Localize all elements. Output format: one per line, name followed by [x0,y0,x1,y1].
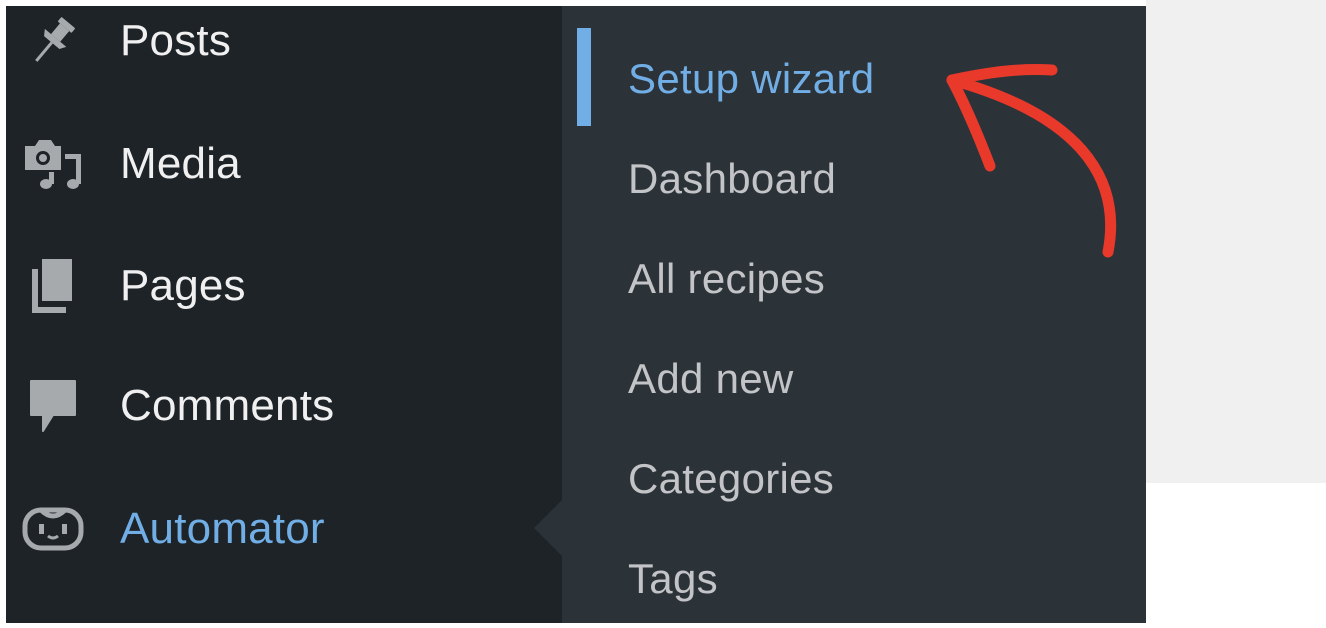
menu-item-posts[interactable]: Posts [6,0,562,86]
menu-item-label: Pages [120,261,246,310]
submenu-item-label: Setup wizard [628,55,875,102]
submenu-item-add-new[interactable]: Add new [562,339,1146,419]
submenu-item-label: All recipes [628,255,826,302]
pin-icon [18,6,88,76]
page-background [1146,483,1326,628]
admin-menu: Posts Media Pages Comments Automator [6,6,562,623]
submenu-item-label: Categories [628,455,835,502]
pages-icon [18,251,88,321]
menu-item-automator[interactable]: Automator [6,484,562,574]
menu-item-label: Media [120,139,241,188]
screenshot-frame: Posts Media Pages Comments Automator Set… [0,0,1326,628]
submenu-item-tags[interactable]: Tags [562,539,1146,619]
menu-item-pages[interactable]: Pages [6,241,562,331]
submenu-item-label: Dashboard [628,155,837,202]
menu-item-comments[interactable]: Comments [6,361,562,451]
submenu-pointer [534,500,562,556]
menu-item-label: Comments [120,381,335,430]
submenu-item-categories[interactable]: Categories [562,439,1146,519]
media-icon [18,129,88,199]
menu-item-label: Automator [120,504,325,553]
annotation-arrow-icon [946,63,1117,258]
submenu-item-label: Add new [628,355,794,402]
robot-icon [18,494,88,564]
menu-item-media[interactable]: Media [6,119,562,209]
comment-icon [18,371,88,441]
page-content-area [1146,0,1326,483]
menu-item-label: Posts [120,16,232,65]
submenu-item-label: Tags [628,555,718,602]
